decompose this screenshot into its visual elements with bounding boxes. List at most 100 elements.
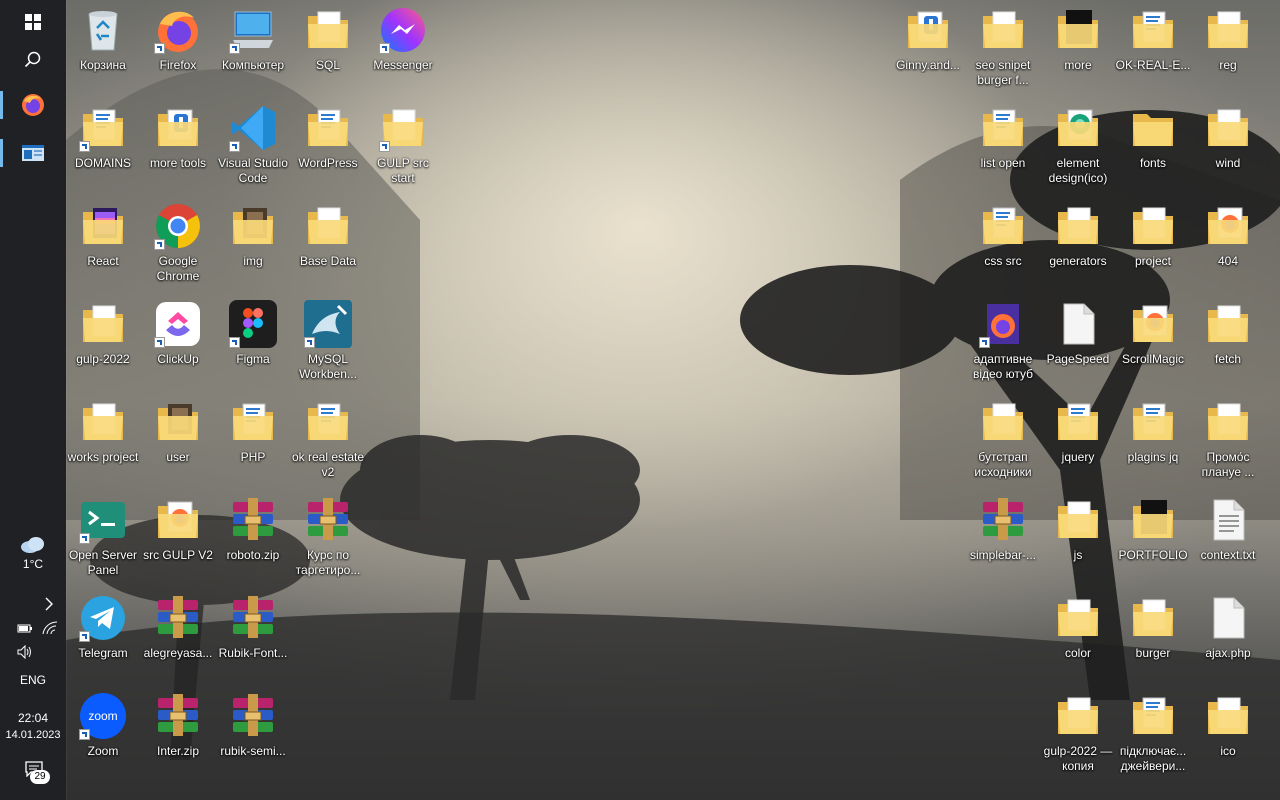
desktop-icon-works-project[interactable]: works project	[66, 392, 140, 484]
wifi-icon[interactable]	[41, 621, 59, 635]
clock-time[interactable]: 22:04	[0, 711, 66, 725]
clock-date[interactable]: 14.01.2023	[0, 729, 66, 741]
desktop-icon-js[interactable]: js	[1041, 490, 1115, 582]
desktop-icon-generators[interactable]: generators	[1041, 196, 1115, 288]
desktop-icon-telegram[interactable]: Telegram	[66, 588, 140, 680]
desktop-icon-ajax-php[interactable]: ajax.php	[1191, 588, 1265, 680]
desktop-icon-list-open[interactable]: list open	[966, 98, 1040, 190]
weather-widget[interactable]	[19, 534, 47, 554]
desktop-icon-label: Inter.zip	[156, 744, 200, 758]
desktop-icon-wordpress[interactable]: WordPress	[291, 98, 365, 190]
desktop-icon-visual-studio-code[interactable]: Visual Studio Code	[216, 98, 290, 190]
winrar-icon	[229, 496, 277, 544]
language-indicator[interactable]: ENG	[0, 673, 66, 687]
folder-icon	[379, 104, 427, 152]
desktop-icon-label: Rubik-Font...	[218, 646, 288, 660]
desktop-icon-корзина[interactable]: Корзина	[66, 0, 140, 92]
folder-icon	[79, 104, 127, 152]
folder-icon	[1129, 398, 1177, 446]
shortcut-arrow-icon	[304, 337, 315, 348]
shortcut-arrow-icon	[229, 141, 240, 152]
battery-icon[interactable]	[16, 621, 34, 635]
desktop-icon-підключає-джейвери[interactable]: підключає... джейвери...	[1116, 686, 1190, 778]
folder-icon	[1204, 300, 1252, 348]
desktop-icon-label: DOMAINS	[74, 156, 131, 170]
desktop-icon-more-tools[interactable]: more tools	[141, 98, 215, 190]
desktop-icon-label: Ginny.and...	[896, 58, 960, 72]
desktop-icon-label: context.txt	[1200, 548, 1256, 562]
shortcut-arrow-icon	[79, 729, 90, 740]
taskbar-window[interactable]	[0, 131, 66, 175]
desktop-icon-ok-real-e[interactable]: OK-REAL-E...	[1116, 0, 1190, 92]
desktop-icon-scrollmagic[interactable]: ScrollMagic	[1116, 294, 1190, 386]
desktop-icon-php[interactable]: PHP	[216, 392, 290, 484]
folder-icon	[1054, 6, 1102, 54]
desktop-icon-pagespeed[interactable]: PageSpeed	[1041, 294, 1115, 386]
desktop-icon-ok-real-estate-v2[interactable]: ok real estate v2	[291, 392, 365, 484]
desktop-icon-курс-по-таргетиро[interactable]: Курс по таргетиро...	[291, 490, 365, 582]
desktop-icon-user[interactable]: user	[141, 392, 215, 484]
chevron-up-icon[interactable]	[42, 596, 56, 612]
desktop-icon-gulp-2022[interactable]: gulp-2022	[66, 294, 140, 386]
desktop-icon-бутстрап-исходники[interactable]: бутстрап исходники	[966, 392, 1040, 484]
computer-icon	[229, 6, 277, 54]
folder-icon	[154, 104, 202, 152]
desktop-icon-more[interactable]: more	[1041, 0, 1115, 92]
desktop-icon-base-data[interactable]: Base Data	[291, 196, 365, 288]
desktop-icon-color[interactable]: color	[1041, 588, 1115, 680]
desktop-icon-context-txt[interactable]: context.txt	[1191, 490, 1265, 582]
taskbar-firefox[interactable]	[0, 83, 66, 127]
desktop-icon-css-src[interactable]: css src	[966, 196, 1040, 288]
desktop-icon-gulp-2022-копия[interactable]: gulp-2022 — копия	[1041, 686, 1115, 778]
desktop-icon-404[interactable]: 404	[1191, 196, 1265, 288]
desktop-icon-google-chrome[interactable]: Google Chrome	[141, 196, 215, 288]
desktop-icon-element-design-ico[interactable]: element design(ico)	[1041, 98, 1115, 190]
desktop-icon-адаптивне-відео-ютуб[interactable]: адаптивне відео ютуб	[966, 294, 1040, 386]
desktop-icon-plagins-jq[interactable]: plagins jq	[1116, 392, 1190, 484]
desktop-icon-simplebar[interactable]: simplebar-...	[966, 490, 1040, 582]
desktop-icon-jquery[interactable]: jquery	[1041, 392, 1115, 484]
folder-icon	[1054, 202, 1102, 250]
desktop-icon-fetch[interactable]: fetch	[1191, 294, 1265, 386]
desktop-icon-portfolio[interactable]: PORTFOLIO	[1116, 490, 1190, 582]
search-button[interactable]	[0, 38, 66, 82]
desktop-icon-label: ScrollMagic	[1121, 352, 1184, 366]
desktop-icon-project[interactable]: project	[1116, 196, 1190, 288]
desktop-icon-seo-snipet-burger-f[interactable]: seo snipet burger f...	[966, 0, 1040, 92]
desktop-icon-roboto-zip[interactable]: roboto.zip	[216, 490, 290, 582]
desktop-icon-rubik-font[interactable]: Rubik-Font...	[216, 588, 290, 680]
desktop-icon-react[interactable]: React	[66, 196, 140, 288]
desktop-icon-img[interactable]: img	[216, 196, 290, 288]
desktop-icon-alegreyasa[interactable]: alegreyasa...	[141, 588, 215, 680]
desktop-icon-firefox[interactable]: Firefox	[141, 0, 215, 92]
desktop-icon-gulp-src-start[interactable]: GULP src start	[366, 98, 440, 190]
desktop-icon-rubik-semi[interactable]: rubik-semi...	[216, 686, 290, 778]
desktop-icon-burger[interactable]: burger	[1116, 588, 1190, 680]
txt-icon	[1204, 496, 1252, 544]
folder-icon	[229, 202, 277, 250]
desktop-icon-zoom[interactable]: zoom Zoom	[66, 686, 140, 778]
desktop-icon-src-gulp-v2[interactable]: src GULP V2	[141, 490, 215, 582]
desktop-icon-mysql-workben[interactable]: MySQL Workben...	[291, 294, 365, 386]
desktop-icon-sql[interactable]: SQL	[291, 0, 365, 92]
desktop-icon-inter-zip[interactable]: Inter.zip	[141, 686, 215, 778]
desktop-icon-ico[interactable]: ico	[1191, 686, 1265, 778]
desktop-icon-ginny-and[interactable]: Ginny.and...	[891, 0, 965, 92]
volume-icon[interactable]	[16, 644, 34, 660]
desktop-icon-промо-с-плануе[interactable]: Промо́с плануе ...	[1191, 392, 1265, 484]
desktop-icon-label: Zoom	[87, 744, 119, 758]
desktop-icon-clickup[interactable]: ClickUp	[141, 294, 215, 386]
window-icon	[22, 145, 44, 161]
desktop-icon-компьютер[interactable]: Компьютер	[216, 0, 290, 92]
desktop-icon-wind[interactable]: wind	[1191, 98, 1265, 190]
winrar-icon	[154, 692, 202, 740]
desktop-icon-reg[interactable]: reg	[1191, 0, 1265, 92]
desktop-icon-fonts[interactable]: fonts	[1116, 98, 1190, 190]
desktop-icon-label: SQL	[315, 58, 340, 72]
desktop-icon-domains[interactable]: DOMAINS	[66, 98, 140, 190]
desktop-icon-open-server-panel[interactable]: Open Server Panel	[66, 490, 140, 582]
file-icon	[1204, 594, 1252, 642]
folder-icon	[1129, 202, 1177, 250]
desktop-icon-figma[interactable]: Figma	[216, 294, 290, 386]
desktop-icon-messenger[interactable]: Messenger	[366, 0, 440, 92]
